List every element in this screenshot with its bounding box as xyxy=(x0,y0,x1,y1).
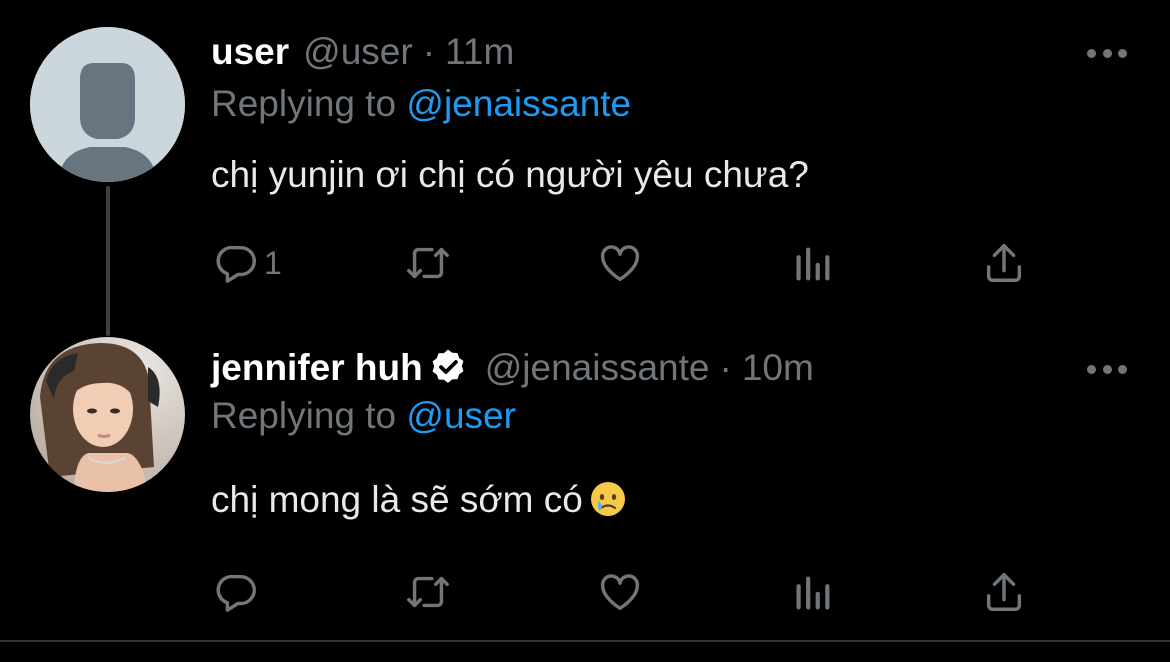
mention-link[interactable]: @user xyxy=(406,395,516,436)
retweet-button[interactable] xyxy=(405,569,451,615)
tweet-text: chị mong là sẽ sớm có xyxy=(211,478,627,528)
share-button[interactable] xyxy=(981,240,1027,286)
verified-icon xyxy=(427,347,469,389)
tweet-text-content: chị mong là sẽ sớm có xyxy=(211,479,583,520)
handle[interactable]: @user xyxy=(303,30,413,74)
face-holding-back-tears-emoji xyxy=(589,480,627,528)
separator: · xyxy=(719,347,732,388)
more-icon[interactable] xyxy=(1087,362,1127,376)
retweet-icon xyxy=(407,247,449,279)
analytics-button[interactable] xyxy=(789,569,835,615)
analytics-icon xyxy=(796,576,830,610)
default-avatar-icon xyxy=(30,27,185,182)
separator: · xyxy=(422,31,436,72)
retweet-icon xyxy=(407,576,449,608)
tweet-header: jennifer huh @jenaissante · 10m xyxy=(211,346,814,390)
more-icon[interactable] xyxy=(1087,46,1127,60)
tweet-header: user @user · 11m xyxy=(211,30,514,74)
retweet-button[interactable] xyxy=(405,240,451,286)
replying-to: Replying to @user xyxy=(211,394,516,438)
like-icon xyxy=(600,245,640,282)
like-button[interactable] xyxy=(597,240,643,286)
display-name[interactable]: user xyxy=(211,30,289,74)
tweet-text: chị yunjin ơi chị có người yêu chưa? xyxy=(211,154,809,195)
replying-label: Replying to xyxy=(211,83,407,124)
timestamp[interactable]: 10m xyxy=(742,346,814,390)
reply-icon xyxy=(216,574,256,612)
replying-to: Replying to @jenaissante xyxy=(211,82,631,126)
divider xyxy=(0,640,1170,642)
profile-photo xyxy=(30,337,185,492)
reply-button[interactable]: 1 xyxy=(214,240,282,286)
thread-connector-line xyxy=(106,186,110,336)
avatar[interactable] xyxy=(30,337,185,492)
replying-label: Replying to xyxy=(211,395,407,436)
avatar[interactable] xyxy=(30,27,185,182)
display-name[interactable]: jennifer huh xyxy=(211,346,423,390)
timestamp[interactable]: 11m xyxy=(445,30,514,74)
reply-count: 1 xyxy=(264,244,282,281)
analytics-button[interactable] xyxy=(789,240,835,286)
reply-button[interactable] xyxy=(214,569,264,615)
share-button[interactable] xyxy=(981,569,1027,615)
reply-icon xyxy=(216,245,256,283)
share-icon xyxy=(986,244,1022,282)
share-icon xyxy=(986,573,1022,611)
handle[interactable]: @jenaissante xyxy=(485,346,710,390)
mention-link[interactable]: @jenaissante xyxy=(406,83,631,124)
like-icon xyxy=(600,574,640,611)
like-button[interactable] xyxy=(597,569,643,615)
analytics-icon xyxy=(796,247,830,281)
